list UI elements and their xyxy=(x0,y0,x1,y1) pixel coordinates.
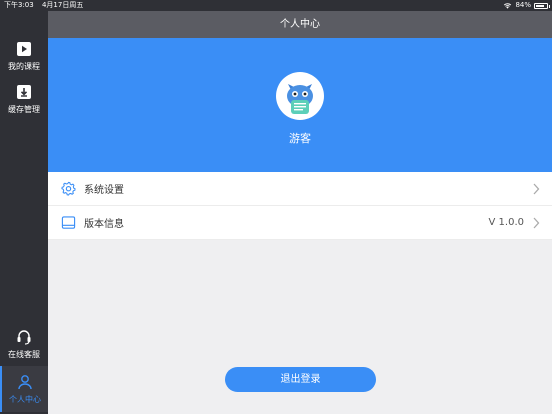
gear-icon xyxy=(60,181,76,197)
avatar[interactable] xyxy=(276,72,324,120)
profile-header: 游客 xyxy=(48,38,552,172)
menu-item-system-settings[interactable]: 系统设置 xyxy=(48,172,552,206)
logout-button[interactable]: 退出登录 xyxy=(225,367,376,392)
tablet-icon xyxy=(60,215,76,231)
sidebar-item-label: 在线客服 xyxy=(8,349,40,359)
menu-item-label: 系统设置 xyxy=(84,185,124,196)
download-icon xyxy=(16,84,32,100)
sidebar-item-label: 我的课程 xyxy=(8,61,40,71)
sidebar-item-my-courses[interactable]: 我的课程 xyxy=(0,33,48,79)
settings-menu: 系统设置 版本信息 V 1.0.0 xyxy=(48,172,552,240)
page-title: 个人中心 xyxy=(48,11,552,38)
sidebar: 我的课程 缓存管理 在线客服 个人中心 xyxy=(0,11,48,414)
play-icon xyxy=(16,41,32,57)
version-value: V 1.0.0 xyxy=(488,217,524,228)
sidebar-item-label: 缓存管理 xyxy=(8,104,40,114)
battery-percent: 84% xyxy=(515,1,531,9)
user-icon xyxy=(17,374,33,390)
status-date: 4月17日周五 xyxy=(41,1,84,9)
wifi-icon xyxy=(504,3,512,9)
sidebar-item-profile[interactable]: 个人中心 xyxy=(0,366,48,412)
chevron-right-icon xyxy=(533,183,540,195)
status-bar: 下午3:03 4月17日周五 84% xyxy=(0,0,552,11)
sidebar-item-online-service[interactable]: 在线客服 xyxy=(0,321,48,367)
chevron-right-icon xyxy=(533,217,540,229)
menu-item-label: 版本信息 xyxy=(84,219,124,230)
sidebar-item-label: 个人中心 xyxy=(9,394,41,404)
headset-icon xyxy=(16,329,32,345)
status-time: 下午3:03 xyxy=(4,1,34,9)
battery-icon xyxy=(534,2,550,9)
menu-item-version-info[interactable]: 版本信息 V 1.0.0 xyxy=(48,206,552,240)
username: 游客 xyxy=(289,132,311,145)
sidebar-item-cache-management[interactable]: 缓存管理 xyxy=(0,76,48,122)
cartoon-avatar-icon xyxy=(287,84,313,114)
